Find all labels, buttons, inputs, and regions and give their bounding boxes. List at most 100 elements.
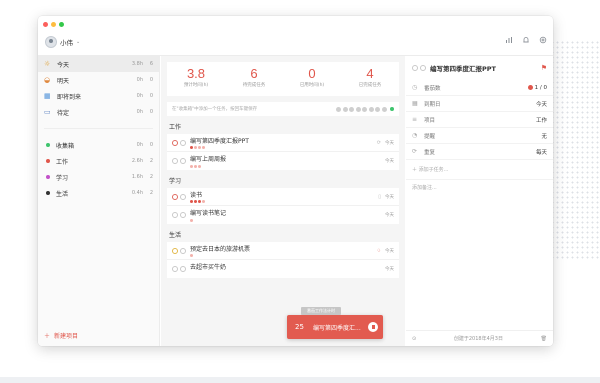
user-menu[interactable]: 小伟 ⌄: [45, 36, 80, 48]
project-color-dot: [46, 175, 50, 179]
background-bar: [0, 377, 600, 383]
pomodoro-dot: [190, 164, 193, 168]
stop-timer-button[interactable]: [368, 322, 378, 332]
sidebar-project-time: 0h: [136, 142, 143, 148]
plus-icon: ＋: [44, 333, 51, 340]
task-row[interactable]: 读书 ▯ 今天: [167, 188, 399, 206]
start-pomodoro-button[interactable]: [180, 193, 186, 200]
pomodoro-dot: [198, 164, 201, 168]
zoom-window-button[interactable]: [59, 22, 64, 27]
bell-icon[interactable]: [522, 36, 530, 46]
task-row[interactable]: 编写上周周报 今天: [167, 152, 399, 170]
sidebar-item-3[interactable]: ▭ 待定 0h 0: [38, 104, 159, 120]
task-checkbox[interactable]: [172, 193, 178, 200]
detail-row-3[interactable]: ◔ 提醒 无: [406, 128, 553, 144]
sidebar-project-count: 2: [149, 158, 153, 164]
pomodoro-dot: [198, 200, 201, 204]
detail-footer: ⊙ 创建于2018年4月3日 🗑: [406, 330, 553, 346]
sidebar-item-label: 明天: [57, 77, 70, 85]
add-subtask-input[interactable]: ＋ 添加子任务...: [406, 160, 553, 180]
project-color-dot: [46, 143, 50, 147]
sidebar-item-time: 0h: [136, 77, 143, 83]
sidebar-item-1[interactable]: ◒ 明天 0h 0: [38, 72, 159, 88]
detail-complete-checkbox[interactable]: [412, 65, 418, 71]
pomodoro-dot: [198, 146, 201, 150]
task-list: 读书 ▯ 今天 编写读书笔记 今天: [167, 188, 399, 224]
task-body: 编写上周周报: [190, 154, 385, 168]
pomodoro-dot: [194, 164, 197, 168]
sidebar-project-count: 2: [149, 174, 153, 180]
task-checkbox[interactable]: [172, 266, 178, 272]
sunrise-icon: ◒: [44, 76, 51, 84]
detail-title[interactable]: 编写第四季度汇报PPT: [430, 63, 541, 73]
new-project-button[interactable]: ＋ 新建项目: [44, 331, 78, 340]
flag-icon[interactable]: ⚑: [541, 64, 547, 72]
task-date: 今天: [385, 213, 394, 218]
detail-row-value: 无: [541, 132, 547, 140]
task-row[interactable]: 编写读书笔记 今天: [167, 206, 399, 224]
start-pomodoro-button[interactable]: [180, 247, 186, 254]
task-body: 读书: [190, 190, 378, 204]
task-row[interactable]: 编写第四季度汇报PPT ⟳ 今天: [167, 134, 399, 152]
add-task-input[interactable]: 在"收集箱"中添加一个任务，按回车键保存: [172, 106, 336, 112]
chevron-down-icon: ⌄: [76, 39, 81, 45]
sidebar-project-label: 工作: [56, 158, 69, 166]
task-row[interactable]: 去超市买牛奶 今天: [167, 260, 399, 278]
task-row[interactable]: 预定去日本的旅游机票 ♢ 今天: [167, 242, 399, 260]
start-pomodoro-button[interactable]: [180, 266, 186, 272]
detail-row-2[interactable]: ≡ 项目 工作: [406, 112, 553, 128]
sidebar-project-time: 2.6h: [131, 158, 143, 164]
task-meta: 今天: [385, 158, 394, 164]
sidebar-project-count: 2: [149, 190, 153, 196]
stat-label: 已完成任务: [358, 83, 382, 88]
sidebar-project-3[interactable]: 生活 0.4h 2: [38, 185, 159, 201]
sidebar-item-count: 0: [149, 93, 153, 99]
task-checkbox[interactable]: [172, 247, 178, 254]
detail-row-1[interactable]: ▦ 到期日 今天: [406, 96, 553, 112]
sidebar-project-1[interactable]: 工作 2.6h 2: [38, 153, 159, 169]
stat-1: 6 待完成任务: [225, 62, 283, 96]
detail-row-label: 项目: [424, 117, 436, 124]
pomodoro-dot: [202, 200, 205, 204]
task-title: 编写上周周报: [190, 156, 227, 164]
detail-header: 编写第四季度汇报PPT ⚑: [406, 56, 553, 80]
sidebar-item-count: 6: [149, 61, 153, 67]
pomodoro-timer[interactable]: 番茄工作法计时 25 编写第四季度汇...: [287, 307, 383, 339]
pomodoro-dot: [190, 254, 193, 258]
sidebar-item-2[interactable]: ▦ 即将到来 0h 0: [38, 88, 159, 104]
start-pomodoro-button[interactable]: [180, 158, 186, 164]
close-window-button[interactable]: [43, 22, 48, 27]
sidebar-divider: [44, 128, 153, 129]
task-checkbox[interactable]: [172, 139, 178, 146]
sidebar-project-2[interactable]: 学习 1.6h 2: [38, 169, 159, 185]
settings-icon[interactable]: [539, 36, 547, 46]
note-input[interactable]: 添加备注...: [406, 180, 553, 195]
minimize-window-button[interactable]: [51, 22, 56, 27]
add-task-bar[interactable]: 在"收集箱"中添加一个任务，按回车键保存: [167, 102, 399, 116]
sidebar-item-count: 0: [149, 77, 153, 83]
sidebar-item-0[interactable]: ☼ 今天 3.8h 6: [38, 56, 159, 72]
window-controls: [43, 22, 64, 27]
bell-icon: ♢: [376, 247, 381, 254]
project-color-dot: [46, 159, 50, 163]
detail-start-button[interactable]: [420, 65, 426, 71]
stats-icon[interactable]: [505, 36, 513, 46]
detail-row-4[interactable]: ⟳ 重复 每天: [406, 144, 553, 160]
clock-icon: ◷: [412, 84, 418, 91]
task-meta: 今天: [385, 266, 394, 272]
detail-row-0[interactable]: ◷ 番茄数 1 / 0: [406, 80, 553, 96]
task-body: 去超市买牛奶: [190, 262, 385, 276]
task-checkbox[interactable]: [172, 212, 178, 218]
sidebar-item-label: 即将到来: [57, 93, 82, 101]
detail-row-label: 番茄数: [424, 85, 441, 92]
sidebar-filters: ☼ 今天 3.8h 6 ◒ 明天 0h 0 ▦ 即将到来 0h 0 ▭ 待定 0h 0: [38, 56, 159, 120]
start-pomodoro-button[interactable]: [180, 212, 186, 218]
task-checkbox[interactable]: [172, 158, 178, 164]
pomodoro-picker[interactable]: [336, 106, 394, 112]
start-pomodoro-button[interactable]: [180, 139, 186, 146]
stat-value: 3.8: [186, 66, 206, 81]
sidebar-project-0[interactable]: 收集箱 0h 0: [38, 137, 159, 153]
task-date: 今天: [385, 159, 394, 164]
trash-icon[interactable]: 🗑: [541, 336, 547, 342]
sidebar-project-label: 生活: [56, 190, 69, 198]
